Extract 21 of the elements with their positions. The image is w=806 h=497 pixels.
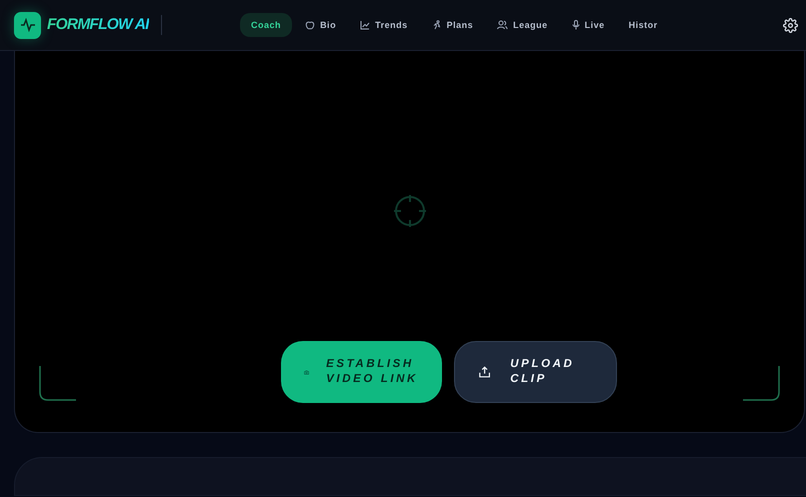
camera-icon bbox=[304, 368, 310, 376]
apple-icon bbox=[305, 20, 316, 30]
nav-tab[interactable]: Histor bbox=[618, 13, 669, 37]
crosshair-icon bbox=[392, 194, 426, 228]
video-link-button[interactable]: ESTABLISH VIDEO LINK bbox=[281, 341, 442, 403]
corner-bracket-icon bbox=[39, 366, 76, 401]
mic-icon bbox=[572, 20, 580, 30]
runner-icon bbox=[432, 20, 442, 30]
nav-tab[interactable]: Bio bbox=[294, 13, 348, 37]
corner-bracket-icon bbox=[743, 366, 780, 401]
upload-icon bbox=[479, 365, 490, 379]
upload-button[interactable]: UPLOAD CLIP bbox=[454, 341, 617, 403]
logo-icon bbox=[14, 12, 41, 38]
chart-icon bbox=[360, 20, 370, 30]
nav-tab[interactable]: Plans bbox=[420, 13, 484, 37]
nav-tab[interactable]: League bbox=[486, 13, 559, 37]
nav-tab[interactable]: Coach bbox=[240, 13, 292, 37]
nav-tab[interactable]: Live bbox=[560, 13, 616, 37]
users-icon bbox=[497, 20, 508, 30]
settings-icon[interactable] bbox=[783, 18, 798, 32]
nav-tab[interactable]: Trends bbox=[349, 13, 419, 37]
